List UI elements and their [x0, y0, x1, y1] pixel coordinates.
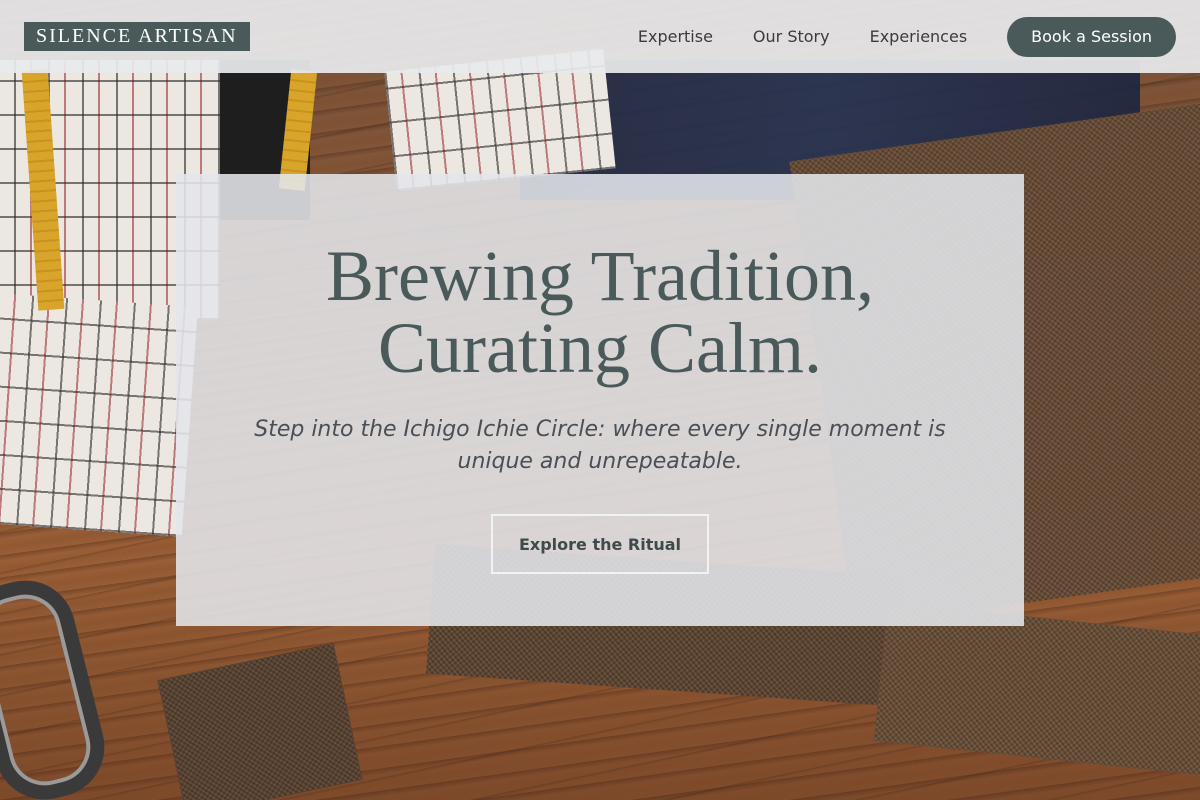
nav-link-expertise[interactable]: Expertise	[638, 27, 713, 46]
hero-title-line2: Curating Calm.	[378, 308, 822, 388]
hero-title: Brewing Tradition, Curating Calm.	[176, 240, 1024, 384]
site-header: SILENCE ARTISAN Expertise Our Story Expe…	[0, 0, 1200, 73]
nav-link-experiences[interactable]: Experiences	[870, 27, 968, 46]
explore-ritual-button[interactable]: Explore the Ritual	[491, 514, 709, 574]
checked-shirt-cuff	[0, 293, 198, 537]
site-logo[interactable]: SILENCE ARTISAN	[24, 22, 250, 51]
nav-link-our-story[interactable]: Our Story	[753, 27, 830, 46]
book-session-button[interactable]: Book a Session	[1007, 16, 1176, 57]
hero-title-line1: Brewing Tradition,	[325, 236, 875, 316]
main-nav: Expertise Our Story Experiences Book a S…	[638, 16, 1176, 57]
hero-card: Brewing Tradition, Curating Calm. Step i…	[176, 174, 1024, 626]
hero-subtitle: Step into the Ichigo Ichie Circle: where…	[254, 417, 946, 474]
